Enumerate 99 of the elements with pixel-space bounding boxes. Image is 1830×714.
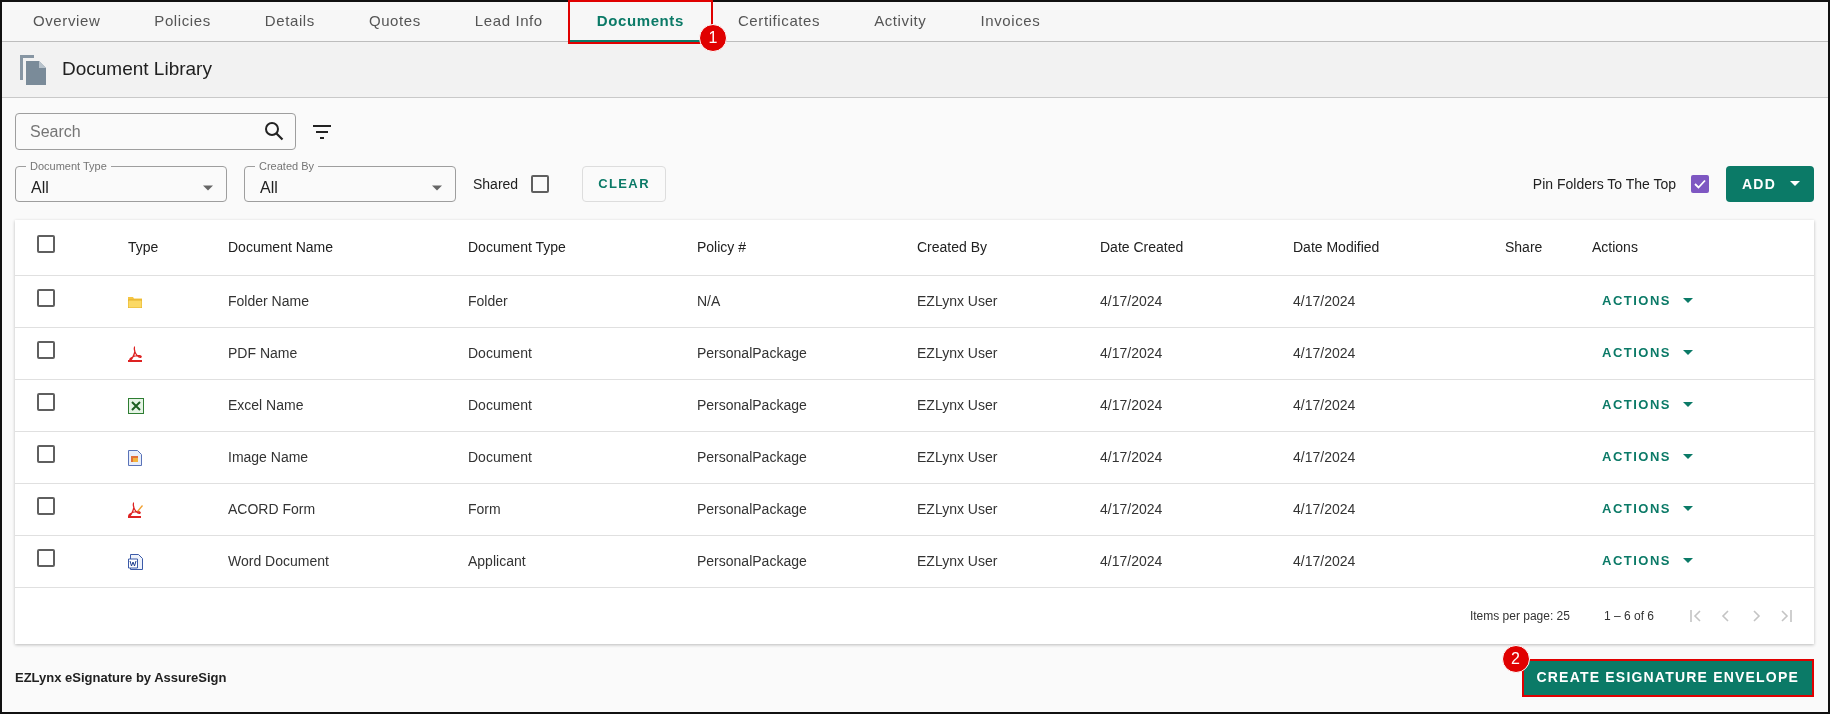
caret-icon xyxy=(1683,506,1693,512)
table-cell: EZLynx User xyxy=(917,500,998,517)
table-cell: 4/17/2024 xyxy=(1100,292,1163,309)
folder-icon xyxy=(128,295,142,308)
spreadsheet-file-icon xyxy=(128,397,144,414)
table-cell: 4/17/2024 xyxy=(1100,500,1163,517)
image-file-icon xyxy=(128,449,142,466)
clear-button[interactable]: CLEAR xyxy=(582,166,666,202)
search-icon[interactable] xyxy=(264,121,284,141)
tab[interactable]: Activity xyxy=(847,2,954,42)
row-checkbox[interactable] xyxy=(37,289,55,307)
table-cell: Document xyxy=(468,396,532,413)
shared-label: Shared xyxy=(473,174,519,194)
column-header: Policy # xyxy=(697,238,747,255)
table-cell: 4/17/2024 xyxy=(1293,292,1356,309)
row-checkbox[interactable] xyxy=(37,445,55,463)
tab[interactable]: Overview xyxy=(6,2,128,42)
column-header: Share xyxy=(1505,238,1543,255)
table-cell: Document xyxy=(468,448,532,465)
column-header: Document Type xyxy=(468,238,566,255)
pdf-form-icon xyxy=(128,501,143,518)
filter-icon[interactable] xyxy=(312,124,332,139)
page-title: Document Library xyxy=(62,58,212,81)
caret-icon xyxy=(1683,454,1693,460)
row-checkbox[interactable] xyxy=(37,393,55,411)
table-cell: Form xyxy=(468,500,501,517)
pdf-file-icon xyxy=(128,345,142,362)
esignature-provider-label: EZLynx eSignature by AssureSign xyxy=(15,669,227,687)
table-cell: 4/17/2024 xyxy=(1100,344,1163,361)
documents-icon xyxy=(18,52,48,87)
tab[interactable]: Policies xyxy=(127,2,238,42)
tab[interactable]: Lead Info xyxy=(447,2,570,42)
column-header: Document Name xyxy=(228,238,334,255)
table-cell: 4/17/2024 xyxy=(1293,552,1356,569)
items-per-page-label: Items per page: 25 xyxy=(1469,607,1570,625)
actions-button[interactable]: ACTIONS xyxy=(1594,391,1701,419)
page-range-label: 1 – 6 of 6 xyxy=(1603,607,1654,625)
callout-badge: 2 xyxy=(1501,644,1530,673)
pin-folders-checkbox[interactable] xyxy=(1691,175,1710,193)
table-cell: PersonalPackage xyxy=(697,396,807,413)
actions-button[interactable]: ACTIONS xyxy=(1594,443,1701,471)
row-checkbox[interactable] xyxy=(37,549,55,567)
table-cell: EZLynx User xyxy=(917,396,998,413)
table-cell: EZLynx User xyxy=(917,552,998,569)
table-cell: Folder xyxy=(468,292,508,309)
actions-button[interactable]: ACTIONS xyxy=(1594,495,1701,523)
column-header: Created By xyxy=(917,238,988,255)
caret-icon xyxy=(1683,558,1693,564)
actions-button[interactable]: ACTIONS xyxy=(1594,287,1701,315)
column-header: Date Modified xyxy=(1293,238,1380,255)
table-cell: PersonalPackage xyxy=(697,500,807,517)
table-cell: Document xyxy=(468,344,532,361)
table-cell: 4/17/2024 xyxy=(1100,552,1163,569)
caret-icon xyxy=(1683,402,1693,408)
caret-icon xyxy=(1790,181,1800,187)
table-cell: PDF Name xyxy=(228,344,298,361)
word-file-icon xyxy=(128,553,143,570)
table-cell: PersonalPackage xyxy=(697,448,807,465)
callout-badge: 1 xyxy=(698,24,727,52)
table-cell: 4/17/2024 xyxy=(1100,396,1163,413)
column-header: Type xyxy=(128,238,159,255)
column-header: Date Created xyxy=(1100,238,1184,255)
row-checkbox[interactable] xyxy=(37,497,55,515)
pin-folders-label: Pin Folders To The Top xyxy=(1532,174,1677,194)
tab[interactable]: Documents xyxy=(569,2,711,42)
table-cell: 4/17/2024 xyxy=(1293,344,1356,361)
table-cell: PersonalPackage xyxy=(697,552,807,569)
create-envelope-button[interactable]: CREATE ESIGNATURE ENVELOPE xyxy=(1523,660,1812,695)
caret-icon xyxy=(1683,350,1693,356)
table-cell: Excel Name xyxy=(228,396,304,413)
table-cell: EZLynx User xyxy=(917,344,998,361)
table-cell: Folder Name xyxy=(228,292,309,309)
column-header: Actions xyxy=(1592,238,1638,255)
add-button[interactable]: ADD xyxy=(1726,166,1814,202)
caret-icon xyxy=(202,184,214,192)
table-cell: EZLynx User xyxy=(917,292,998,309)
table-cell: Image Name xyxy=(228,448,309,465)
table-cell: 4/17/2024 xyxy=(1293,396,1356,413)
table-cell: EZLynx User xyxy=(917,448,998,465)
actions-button[interactable]: ACTIONS xyxy=(1594,547,1701,575)
caret-icon xyxy=(431,184,443,192)
checkmark-icon xyxy=(1694,179,1707,189)
actions-button[interactable]: ACTIONS xyxy=(1594,339,1701,367)
tab[interactable]: Quotes xyxy=(341,2,448,42)
table-cell: Applicant xyxy=(468,552,526,569)
table-cell: PersonalPackage xyxy=(697,344,807,361)
table-cell: 4/17/2024 xyxy=(1293,500,1356,517)
shared-checkbox[interactable] xyxy=(531,175,550,193)
table-cell: N/A xyxy=(697,292,721,309)
search-field[interactable]: Search xyxy=(15,113,296,150)
row-checkbox[interactable] xyxy=(37,341,55,359)
table-cell: 4/17/2024 xyxy=(1293,448,1356,465)
tab[interactable]: Details xyxy=(237,2,342,42)
select-all-checkbox[interactable] xyxy=(37,235,55,254)
table-cell: 4/17/2024 xyxy=(1100,448,1163,465)
caret-icon xyxy=(1683,298,1693,304)
tab[interactable]: Invoices xyxy=(953,2,1068,42)
table-cell: Word Document xyxy=(228,552,329,569)
table-cell: ACORD Form xyxy=(228,500,316,517)
